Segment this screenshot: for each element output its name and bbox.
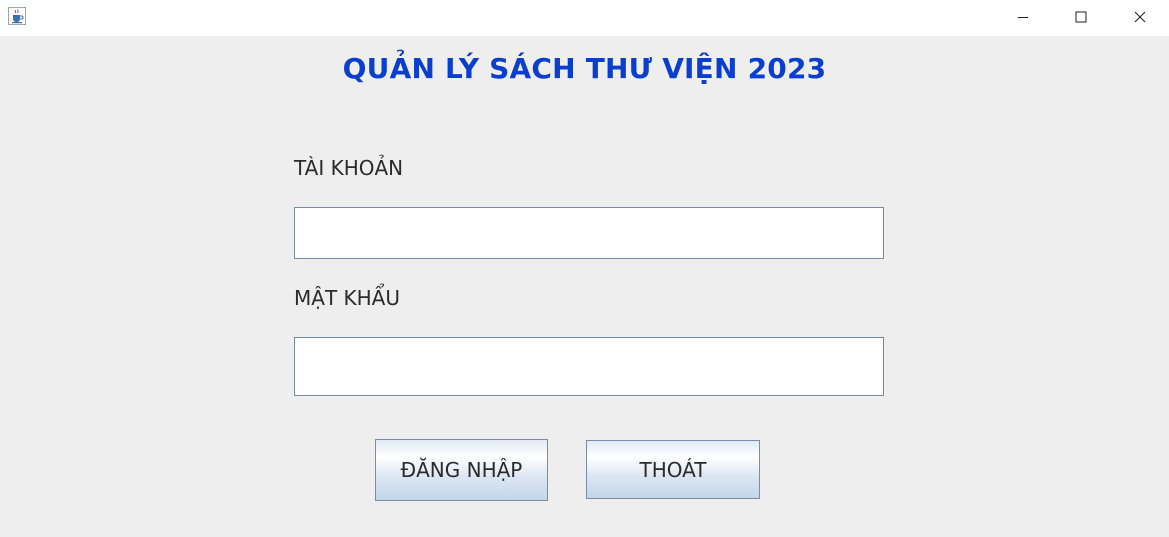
password-label: MẬT KHẨU (294, 286, 400, 310)
username-input[interactable] (294, 207, 884, 259)
java-cup-icon (8, 7, 26, 25)
login-button[interactable]: ĐĂNG NHẬP (375, 439, 548, 501)
close-icon (1134, 11, 1146, 22)
minimize-button[interactable] (994, 0, 1052, 33)
password-input[interactable] (294, 337, 884, 396)
close-button[interactable] (1111, 0, 1169, 33)
maximize-icon (1075, 11, 1087, 22)
minimize-icon (1018, 16, 1028, 18)
title-bar[interactable] (0, 0, 1169, 36)
maximize-button[interactable] (1052, 0, 1110, 33)
login-window: QUẢN LÝ SÁCH THƯ VIỆN 2023 TÀI KHOẢN MẬT… (0, 0, 1169, 537)
page-title: QUẢN LÝ SÁCH THƯ VIỆN 2023 (342, 52, 827, 85)
username-label: TÀI KHOẢN (294, 156, 404, 180)
exit-button[interactable]: THOÁT (586, 440, 760, 499)
